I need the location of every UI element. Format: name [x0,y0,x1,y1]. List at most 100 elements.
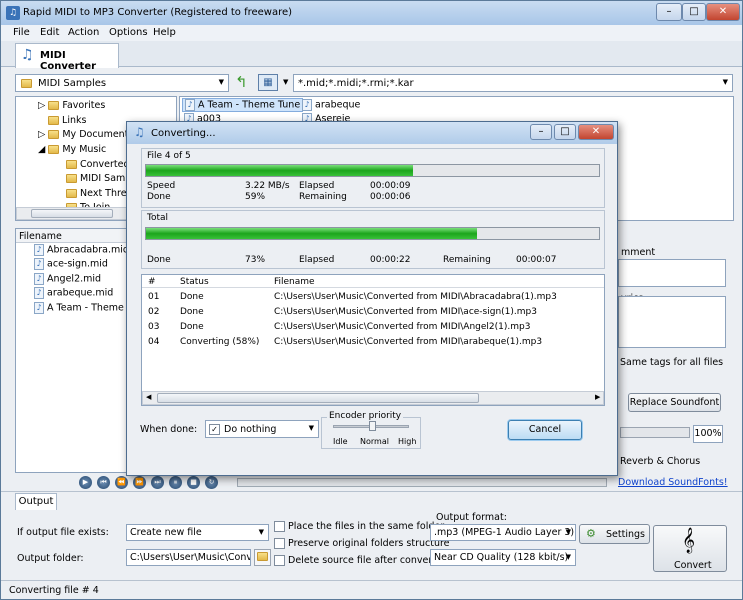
chevron-down-icon: ▼ [258,528,264,536]
tree-item-next-three[interactable]: Next Three [66,188,132,199]
rewind-icon[interactable]: ⏪ [115,476,128,489]
scroll-left-icon[interactable]: ◀ [146,393,151,401]
grid-item[interactable]: ♪ arabeque [302,99,360,111]
job-list-scrollbar[interactable]: ◀ ▶ [142,391,604,405]
total-done-value: 73% [245,255,266,265]
tree-item-favorites[interactable]: ▷ Favorites [38,100,105,111]
when-done-combo[interactable]: ✓ Do nothing ▼ [205,420,319,438]
browse-folder-icon[interactable] [254,549,271,566]
list-item[interactable]: ♪ Angel2.mid [34,273,101,285]
chevron-down-icon: ▼ [218,78,224,86]
folder-combo[interactable]: MIDI Samples ▼ [15,74,229,92]
forward-icon[interactable]: ⏩ [133,476,146,489]
table-row[interactable]: 03 Done C:\Users\User\Music\Converted fr… [142,321,604,334]
folder-combo-value: MIDI Samples [38,78,107,89]
download-soundfonts-link[interactable]: Download SoundFonts! [618,477,728,488]
tab-midi-converter[interactable]: ♫ MIDI Converter [15,43,119,72]
dialog-close-button[interactable]: ✕ [578,124,614,140]
view-dropdown-icon[interactable]: ▼ [283,78,288,86]
play-icon[interactable]: ▶ [79,476,92,489]
option-delete-source[interactable]: Delete source file after conversion [274,555,452,566]
dialog-title-bar[interactable]: ♫ Converting... – □ ✕ [127,122,617,144]
loop-icon[interactable]: ↻ [205,476,218,489]
tab-output[interactable]: Output [15,493,57,510]
file-filter-combo[interactable]: *.mid;*.midi;*.rmi;*.kar ▼ [293,74,733,92]
playback-position-slider[interactable] [237,478,607,487]
view-mode-icon[interactable]: ▦ [258,74,278,91]
convert-button[interactable]: 𝄞 Convert [653,525,727,572]
lyrics-field[interactable] [618,296,726,348]
exists-label: If output file exists: [17,527,109,538]
file-progress-bar [145,164,600,177]
next-icon[interactable]: ⏭ [151,476,164,489]
tree-item-music[interactable]: ◢ My Music [38,144,106,155]
scroll-right-icon[interactable]: ▶ [595,393,600,401]
list-item[interactable]: ♪ ace-sign.mid [34,258,108,270]
dialog-minimize-button[interactable]: – [530,124,552,140]
list-item[interactable]: ♪ arabeque.mid [34,287,113,299]
elapsed-value: 00:00:09 [370,181,411,191]
list-item[interactable]: ♪ Abracadabra.mid [34,244,126,256]
file-list-header[interactable]: Filename [16,229,126,243]
grid-item[interactable]: ♪ A Team - Theme Tune [182,98,304,112]
menu-edit[interactable]: Edit [40,27,59,38]
elapsed-label: Elapsed [299,181,335,191]
table-row[interactable]: 01 Done C:\Users\User\Music\Converted fr… [142,291,604,304]
status-bar: Converting file # 4 [1,580,742,599]
same-tags-label[interactable]: Same tags for all files [620,357,723,368]
file-progress-fill [146,165,414,176]
column-filename[interactable]: Filename [274,277,315,287]
pause-icon[interactable]: ⏸ [169,476,182,489]
option-preserve-structure[interactable]: Preserve original folders structure [274,538,450,549]
column-status[interactable]: Status [180,277,209,287]
job-list[interactable]: # Status Filename 01 Done C:\Users\User\… [141,274,605,406]
cancel-button[interactable]: Cancel [508,420,582,440]
stop-icon[interactable]: ■ [187,476,200,489]
output-folder-field[interactable]: C:\Users\User\Music\Converte [126,549,251,566]
maximize-button[interactable]: □ [682,3,706,21]
minimize-button[interactable]: – [656,3,682,21]
title-bar[interactable]: ♫ Rapid MIDI to MP3 Converter (Registere… [1,1,742,25]
comment-field[interactable] [618,259,726,287]
option-same-folder[interactable]: Place the files in the same folder [274,521,444,532]
volume-slider[interactable] [620,427,690,438]
tree-item-links[interactable]: Links [48,115,86,126]
reverb-chorus-label[interactable]: Reverb & Chorus [620,456,700,467]
job-list-scrollbar-thumb[interactable] [157,393,479,403]
tree-scrollbar-thumb[interactable] [31,209,113,218]
transport-controls: ▶ ⏮ ⏪ ⏩ ⏭ ⏸ ■ ↻ [79,476,239,490]
total-elapsed-value: 00:00:22 [370,255,411,265]
music-note-icon: ♫ [21,47,34,63]
quality-combo[interactable]: Near CD Quality (128 kbit/s) ▼ [430,549,576,566]
file-counter: File 4 of 5 [147,151,191,161]
folder-up-icon[interactable]: ↰ [235,73,248,91]
table-row[interactable]: 04 Converting (58%) C:\Users\User\Music\… [142,336,604,349]
total-done-label: Done [147,255,171,265]
total-elapsed-label: Elapsed [299,255,335,265]
file-list[interactable]: Filename ♪ Abracadabra.mid ♪ ace-sign.mi… [15,228,127,473]
column-number[interactable]: # [148,277,156,287]
output-format-combo[interactable]: .mp3 (MPEG-1 Audio Layer 3) ▼ [430,524,576,541]
table-row[interactable]: 02 Done C:\Users\User\Music\Converted fr… [142,306,604,319]
replace-soundfont-button[interactable]: Replace Soundfont [628,393,721,412]
tree-item-documents[interactable]: ▷ My Document [38,129,128,140]
gear-icon: ⚙ [586,527,596,540]
previous-icon[interactable]: ⏮ [97,476,110,489]
output-format-label: Output format: [436,512,507,523]
menu-action[interactable]: Action [68,27,99,38]
menu-file[interactable]: File [13,27,30,38]
close-button[interactable]: ✕ [706,3,740,21]
total-progress-fill [146,228,477,239]
tree-item-midi-samples[interactable]: MIDI Samp [66,173,131,184]
settings-button[interactable]: ⚙ Settings [579,524,650,544]
menu-options[interactable]: Options [109,27,148,38]
menu-help[interactable]: Help [153,27,176,38]
dialog-restore-button[interactable]: □ [554,124,576,140]
comment-label: mment [621,247,656,258]
encoder-priority-label: Encoder priority [327,411,404,421]
exists-combo[interactable]: Create new file ▼ [126,524,269,541]
volume-value[interactable]: 100% [693,425,723,443]
priority-slider-thumb[interactable] [369,421,376,431]
tree-item-converted[interactable]: Converted [66,159,129,170]
list-item[interactable]: ♪ A Team - Theme Tune [34,302,126,314]
